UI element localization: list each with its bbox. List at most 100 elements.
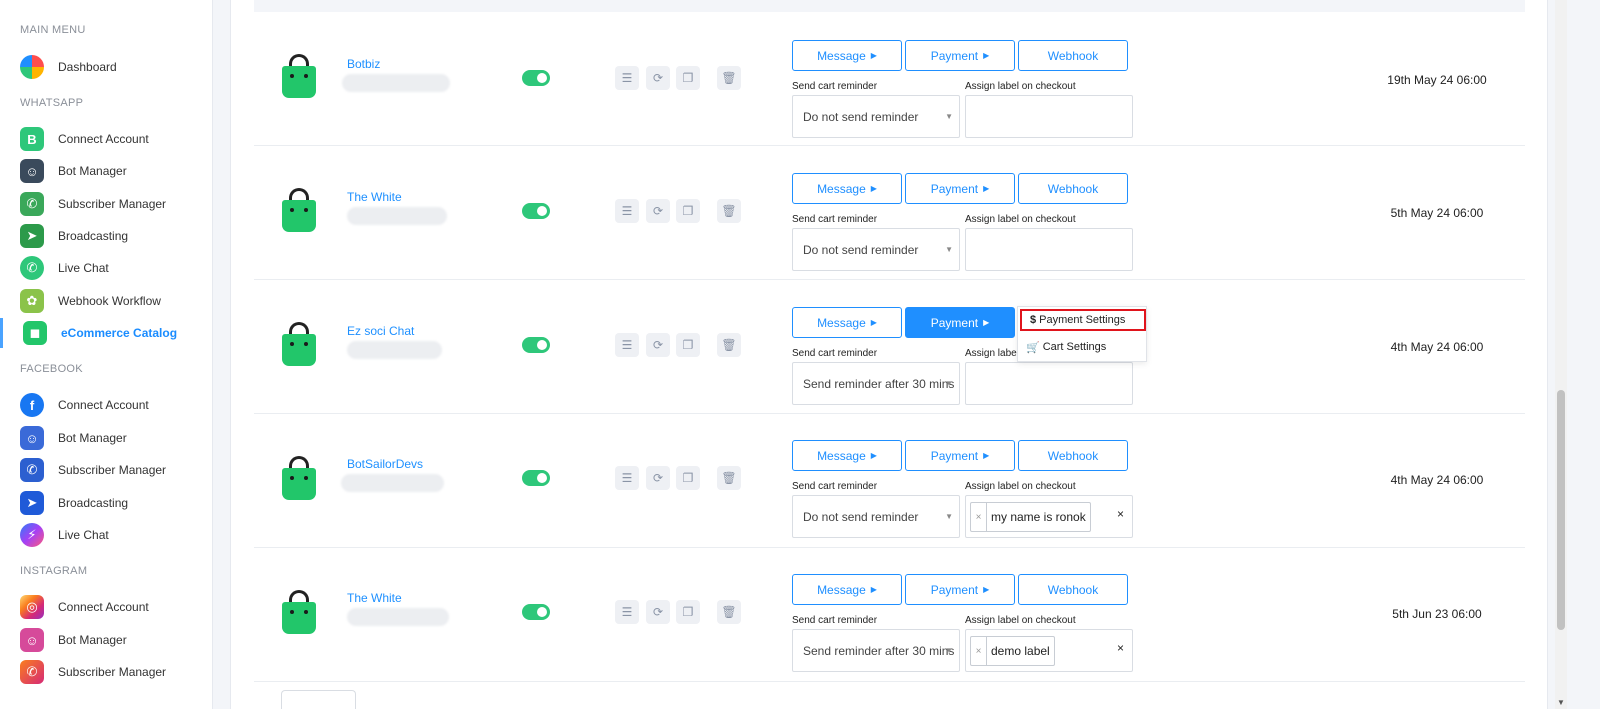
webhook-button[interactable]: Webhook bbox=[1018, 40, 1128, 71]
send-reminder-label: Send cart reminder bbox=[792, 615, 878, 626]
sidebar-item-wa-webhook[interactable]: ✿ Webhook Workflow bbox=[0, 286, 212, 316]
copy-icon[interactable]: ❐ bbox=[676, 466, 700, 490]
sidebar-item-label: eCommerce Catalog bbox=[61, 326, 178, 340]
clear-labels-icon[interactable]: × bbox=[1117, 641, 1124, 655]
message-button[interactable]: Message ▶ bbox=[792, 307, 902, 338]
sidebar-item-wa-connect[interactable]: B Connect Account bbox=[0, 124, 212, 154]
store-name-link[interactable]: The White bbox=[347, 190, 402, 204]
payment-button[interactable]: Payment ▶ bbox=[905, 440, 1015, 471]
status-toggle[interactable] bbox=[522, 604, 550, 620]
sidebar-item-fb-livechat[interactable]: ⚡ Live Chat bbox=[0, 520, 212, 550]
scroll-down-icon[interactable]: ▼ bbox=[1557, 698, 1565, 707]
send-reminder-label: Send cart reminder bbox=[792, 481, 878, 492]
store-name-link[interactable]: Ez soci Chat bbox=[347, 324, 414, 338]
send-reminder-label: Send cart reminder bbox=[792, 348, 878, 359]
status-toggle[interactable] bbox=[522, 337, 550, 353]
label-input[interactable] bbox=[965, 362, 1133, 405]
reminder-select[interactable]: Send reminder after 30 mins ▼ bbox=[792, 629, 960, 672]
reminder-select[interactable]: Send reminder after 30 mins ▼ bbox=[792, 362, 960, 405]
reminder-select[interactable]: Do not send reminder ▼ bbox=[792, 95, 960, 138]
robot-icon: ☺ bbox=[20, 426, 44, 450]
message-button[interactable]: Message ▶ bbox=[792, 173, 902, 204]
sidebar-item-ig-bot[interactable]: ☺ Bot Manager bbox=[0, 625, 212, 655]
list-icon[interactable]: ☰ bbox=[615, 66, 639, 90]
sidebar-item-label: Bot Manager bbox=[58, 633, 127, 647]
sidebar-item-label: Subscriber Manager bbox=[58, 665, 167, 679]
sidebar-item-wa-ecommerce[interactable]: ◼ eCommerce Catalog bbox=[0, 318, 212, 348]
sync-icon[interactable]: ⟳ bbox=[646, 600, 670, 624]
chip-remove-icon[interactable]: × bbox=[971, 503, 987, 531]
webhook-button[interactable]: Webhook bbox=[1018, 440, 1128, 471]
message-button[interactable]: Message ▶ bbox=[792, 440, 902, 471]
sidebar-item-ig-subscriber[interactable]: ✆ Subscriber Manager bbox=[0, 657, 212, 687]
status-toggle[interactable] bbox=[522, 470, 550, 486]
sync-icon[interactable]: ⟳ bbox=[646, 466, 670, 490]
label-input[interactable] bbox=[965, 95, 1133, 138]
webhook-button[interactable]: Webhook bbox=[1018, 173, 1128, 204]
clear-labels-icon[interactable]: × bbox=[1117, 507, 1124, 521]
label-input[interactable]: × demo label × bbox=[965, 629, 1133, 672]
sidebar-item-fb-subscriber[interactable]: ✆ Subscriber Manager bbox=[0, 455, 212, 485]
store-name-link[interactable]: Botbiz bbox=[347, 57, 380, 71]
sidebar-item-wa-livechat[interactable]: ✆ Live Chat bbox=[0, 253, 212, 283]
message-button[interactable]: Message ▶ bbox=[792, 574, 902, 605]
menu-item-payment-settings[interactable]: $ Payment Settings bbox=[1020, 309, 1146, 331]
sync-icon[interactable]: ⟳ bbox=[646, 333, 670, 357]
trash-icon[interactable]: 🗑 bbox=[717, 66, 741, 90]
chip-remove-icon[interactable]: × bbox=[971, 637, 987, 665]
sidebar-item-fb-bot[interactable]: ☺ Bot Manager bbox=[0, 423, 212, 453]
list-icon[interactable]: ☰ bbox=[615, 333, 639, 357]
label-input[interactable] bbox=[965, 228, 1133, 271]
label-input[interactable]: × my name is ronok × bbox=[965, 495, 1133, 538]
reminder-select[interactable]: Do not send reminder ▼ bbox=[792, 228, 960, 271]
payment-dropdown-menu: $ Payment Settings 🛒 Cart Settings bbox=[1017, 306, 1147, 362]
trash-icon[interactable]: 🗑 bbox=[717, 333, 741, 357]
scrollbar-thumb[interactable] bbox=[1557, 390, 1565, 630]
sync-icon[interactable]: ⟳ bbox=[646, 199, 670, 223]
sidebar-item-label: Live Chat bbox=[58, 528, 109, 542]
sidebar-item-label: Broadcasting bbox=[58, 229, 129, 243]
menu-item-cart-settings[interactable]: 🛒 Cart Settings bbox=[1018, 336, 1148, 358]
sidebar-item-label: Dashboard bbox=[58, 60, 117, 74]
payment-button-active[interactable]: Payment ▶ bbox=[905, 307, 1015, 338]
copy-icon[interactable]: ❐ bbox=[676, 333, 700, 357]
sync-icon[interactable]: ⟳ bbox=[646, 66, 670, 90]
blurred-text bbox=[347, 207, 447, 225]
list-icon[interactable]: ☰ bbox=[615, 466, 639, 490]
copy-icon[interactable]: ❐ bbox=[676, 600, 700, 624]
assign-label-label: Assign label bbox=[965, 348, 1019, 359]
webhook-button[interactable]: Webhook bbox=[1018, 574, 1128, 605]
status-toggle[interactable] bbox=[522, 203, 550, 219]
sidebar-item-wa-bot[interactable]: ☺ Bot Manager bbox=[0, 156, 212, 186]
payment-button[interactable]: Payment ▶ bbox=[905, 40, 1015, 71]
store-name-link[interactable]: BotSailorDevs bbox=[347, 457, 423, 471]
trash-icon[interactable]: 🗑 bbox=[717, 199, 741, 223]
copy-icon[interactable]: ❐ bbox=[676, 199, 700, 223]
store-name-link[interactable]: The White bbox=[347, 591, 402, 605]
sidebar-item-dashboard[interactable]: Dashboard bbox=[0, 52, 212, 82]
whatsapp-icon: ✆ bbox=[20, 256, 44, 280]
sidebar-item-ig-connect[interactable]: ◎ Connect Account bbox=[0, 592, 212, 622]
reminder-select[interactable]: Do not send reminder ▼ bbox=[792, 495, 960, 538]
shopping-bag-icon bbox=[282, 590, 316, 634]
message-button[interactable]: Message ▶ bbox=[792, 40, 902, 71]
trash-icon[interactable]: 🗑 bbox=[717, 466, 741, 490]
sidebar-item-wa-broadcast[interactable]: ➤ Broadcasting bbox=[0, 221, 212, 251]
webhook-workflow-icon: ✿ bbox=[20, 289, 44, 313]
copy-icon[interactable]: ❐ bbox=[676, 66, 700, 90]
trash-icon[interactable]: 🗑 bbox=[717, 600, 741, 624]
table-row: BotSailorDevs ☰ ⟳ ❐ 🗑 Message ▶ Payment ▶ … bbox=[254, 414, 1525, 548]
list-icon[interactable]: ☰ bbox=[615, 199, 639, 223]
created-date: 5th May 24 06:00 bbox=[1390, 206, 1484, 220]
pagination-fragment bbox=[281, 690, 356, 709]
payment-button[interactable]: Payment ▶ bbox=[905, 173, 1015, 204]
sidebar-item-fb-broadcast[interactable]: ➤ Broadcasting bbox=[0, 488, 212, 518]
payment-button[interactable]: Payment ▶ bbox=[905, 574, 1015, 605]
sidebar-item-fb-connect[interactable]: f Connect Account bbox=[0, 390, 212, 420]
catalog-list-card: Botbiz ☰ ⟳ ❐ 🗑 Message ▶ Payment ▶ Webhook… bbox=[230, 0, 1548, 709]
sidebar-item-wa-subscriber[interactable]: ✆ Subscriber Manager bbox=[0, 189, 212, 219]
shopping-bag-icon bbox=[282, 456, 316, 500]
blurred-text bbox=[347, 608, 449, 626]
list-icon[interactable]: ☰ bbox=[615, 600, 639, 624]
status-toggle[interactable] bbox=[522, 70, 550, 86]
